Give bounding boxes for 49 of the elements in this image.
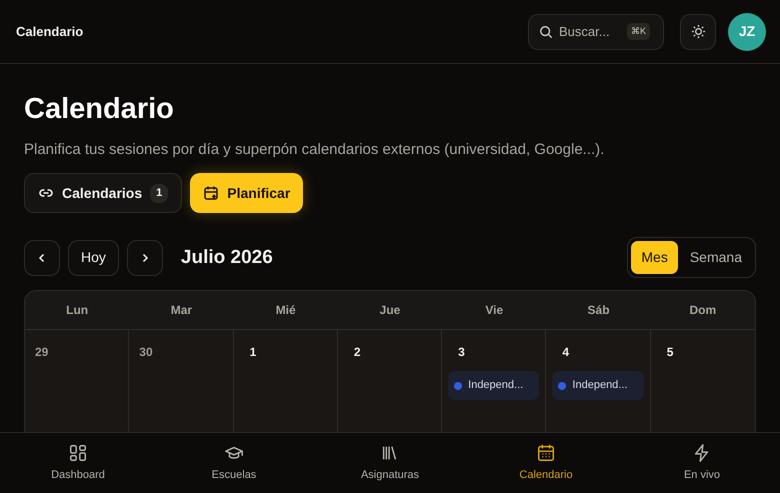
previous-button[interactable] — [24, 240, 60, 276]
weekday-header: Mar — [170, 302, 194, 320]
event-chip[interactable]: Independ... — [552, 371, 644, 400]
view-tab[interactable]: Semana — [680, 241, 752, 274]
count-badge: 1 — [150, 184, 168, 203]
event-chip[interactable]: Independ... — [448, 371, 540, 400]
nav-tab[interactable]: Asignaturas — [312, 433, 468, 493]
day-cell[interactable]: 30 — [129, 330, 234, 432]
day-cell[interactable]: 1 — [234, 330, 338, 432]
theme-toggle-button[interactable] — [680, 14, 716, 50]
day-number: 1 — [248, 344, 256, 362]
day-number: 5 — [666, 344, 674, 362]
calendars-button[interactable]: Calendarios 1 — [24, 173, 182, 214]
day-number: 29 — [34, 344, 48, 362]
weekday-header: Dom — [688, 302, 718, 320]
search-bar[interactable]: Buscar... ⌘K — [528, 14, 664, 50]
search-icon — [539, 24, 553, 38]
weekday-header: Sáb — [586, 302, 611, 320]
weekday-header: Jue — [378, 302, 402, 320]
nav-tab[interactable]: En vivo — [624, 433, 780, 493]
nav-tab[interactable]: Calendario — [468, 433, 624, 493]
dashboard-icon — [68, 442, 88, 463]
day-number: 30 — [138, 344, 153, 362]
nav-tab[interactable]: Escuelas — [156, 433, 312, 493]
month-label: Julio 2026 — [180, 246, 273, 270]
calendar-icon — [536, 442, 556, 463]
app-title: Calendario — [16, 22, 84, 41]
page-title: Calendario — [24, 92, 175, 127]
day-number: 2 — [352, 344, 361, 362]
today-button[interactable]: Hoy — [68, 240, 119, 276]
page-subtitle: Planifica tus sesiones por día y superpón calendarios externos (universidad, Google...). — [24, 140, 606, 160]
shortcut-hint: ⌘K — [627, 22, 650, 40]
day-cell[interactable]: 3 Independ... — [442, 330, 546, 432]
day-cell[interactable]: 2 — [338, 330, 442, 432]
search-field[interactable]: Buscar... — [559, 22, 621, 42]
weekday-header: Lun — [65, 302, 90, 320]
next-button[interactable] — [126, 240, 163, 276]
weekday-header: Mié — [274, 302, 297, 320]
view-tab[interactable]: Mes — [631, 241, 678, 274]
nav-tab[interactable]: Dashboard — [0, 433, 156, 493]
calendar-plus-icon — [203, 185, 220, 202]
plan-button[interactable]: Planificar — [190, 173, 304, 214]
day-cell[interactable]: 5 — [650, 330, 755, 432]
weekday-header: Vie — [484, 302, 504, 320]
day-cell[interactable]: 4 Independ... — [546, 330, 651, 432]
day-cell[interactable]: 29 — [25, 330, 130, 432]
day-number: 3 — [457, 344, 465, 362]
day-number: 4 — [561, 344, 570, 362]
sun-icon — [690, 24, 706, 39]
